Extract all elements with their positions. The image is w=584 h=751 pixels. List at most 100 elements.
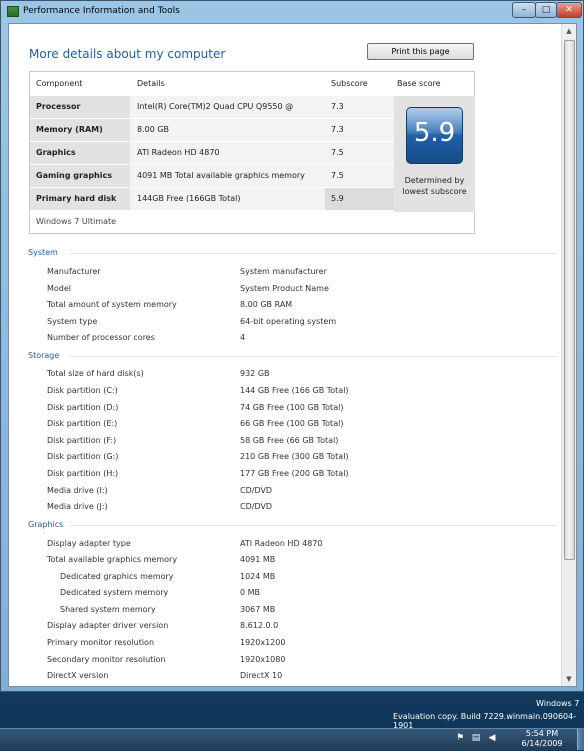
detail-label: Primary monitor resolution bbox=[47, 638, 155, 647]
table-row: Processor Intel(R) Core(TM)2 Quad CPU Q9… bbox=[30, 96, 394, 133]
detail-label: Dedicated system memory bbox=[60, 588, 169, 597]
detail-value: 1024 MB bbox=[240, 572, 276, 581]
detail-label: Disk partition (H:) bbox=[47, 469, 119, 478]
component-subscore: 5.9 bbox=[325, 188, 394, 210]
component-subscore: 7.5 bbox=[325, 142, 394, 164]
performance-window: Performance Information and Tools – □ ✕ … bbox=[0, 0, 584, 692]
header-component: Component bbox=[36, 79, 83, 88]
table-row: Primary hard disk 144GB Free (166GB Tota… bbox=[30, 188, 394, 210]
detail-label: Total size of hard disk(s) bbox=[47, 369, 144, 378]
detail-label: Disk partition (C:) bbox=[47, 386, 118, 395]
section-storage-title: Storage bbox=[28, 351, 60, 360]
section-graphics-title: Graphics bbox=[28, 520, 64, 529]
detail-label: Media drive (I:) bbox=[47, 486, 108, 495]
windows-edition: Windows 7 Ultimate bbox=[36, 217, 117, 226]
scroll-up-arrow-icon[interactable]: ▲ bbox=[562, 24, 576, 38]
detail-label: Number of processor cores bbox=[47, 333, 155, 342]
detail-label: Disk partition (D:) bbox=[47, 403, 119, 412]
taskbar-clock[interactable]: 5:54 PM 6/14/2009 bbox=[512, 729, 572, 749]
detail-value: 3067 MB bbox=[240, 605, 276, 614]
section-divider bbox=[69, 525, 557, 526]
detail-value: 8.612.0.0 bbox=[240, 621, 279, 630]
header-details: Details bbox=[137, 79, 165, 88]
detail-value: 144 GB Free (166 GB Total) bbox=[240, 386, 349, 395]
network-icon[interactable]: ▤ bbox=[471, 733, 481, 743]
title-bar[interactable]: Performance Information and Tools – □ ✕ bbox=[1, 1, 583, 21]
component-details: Intel(R) Core(TM)2 Quad CPU Q9550 @ 2.83… bbox=[130, 96, 325, 133]
component-subscore: 7.3 bbox=[325, 119, 394, 141]
component-name: Graphics bbox=[30, 142, 130, 164]
detail-value: 1920x1200 bbox=[240, 638, 286, 647]
performance-app-icon bbox=[7, 6, 19, 17]
detail-value: 177 GB Free (200 GB Total) bbox=[240, 469, 349, 478]
component-name: Processor bbox=[30, 96, 130, 118]
detail-label: Disk partition (G:) bbox=[47, 452, 119, 461]
component-score-table: Component Details Subscore Base score Pr… bbox=[29, 71, 475, 234]
close-button[interactable]: ✕ bbox=[556, 2, 582, 18]
clock-time: 5:54 PM bbox=[525, 729, 559, 738]
print-button[interactable]: Print this page bbox=[367, 43, 474, 60]
component-name: Memory (RAM) bbox=[30, 119, 130, 141]
base-score-panel: 5.9 Determined by lowest subscore bbox=[394, 96, 475, 212]
header-subscore: Subscore bbox=[331, 79, 368, 88]
table-row: Gaming graphics 4091 MB Total available … bbox=[30, 165, 394, 187]
section-system-title: System bbox=[28, 248, 58, 257]
detail-label: Secondary monitor resolution bbox=[47, 655, 166, 664]
detail-label: Display adapter type bbox=[47, 539, 131, 548]
windows-version-watermark: Windows 7 bbox=[536, 699, 580, 708]
maximize-button[interactable]: □ bbox=[535, 2, 557, 18]
component-details: 144GB Free (166GB Total) bbox=[130, 188, 325, 210]
detail-label: Total amount of system memory bbox=[47, 300, 177, 309]
component-name: Primary hard disk bbox=[30, 188, 130, 210]
detail-value: 66 GB Free (100 GB Total) bbox=[240, 419, 344, 428]
detail-value: DirectX 10 bbox=[240, 671, 283, 680]
scroll-down-arrow-icon[interactable]: ▼ bbox=[562, 672, 576, 686]
detail-value: 210 GB Free (300 GB Total) bbox=[240, 452, 349, 461]
section-divider bbox=[69, 253, 557, 254]
base-score-caption: Determined by lowest subscore bbox=[402, 176, 467, 196]
detail-label: Model bbox=[47, 284, 72, 293]
detail-value: 58 GB Free (66 GB Total) bbox=[240, 436, 339, 445]
detail-label: Manufacturer bbox=[47, 267, 101, 276]
detail-label: Dedicated graphics memory bbox=[60, 572, 174, 581]
detail-value: System Product Name bbox=[240, 284, 329, 293]
detail-label: Disk partition (E:) bbox=[47, 419, 118, 428]
header-base-score: Base score bbox=[397, 79, 441, 88]
show-desktop-button[interactable] bbox=[577, 729, 584, 750]
detail-value: ATI Radeon HD 4870 bbox=[240, 539, 323, 548]
component-name: Gaming graphics bbox=[30, 165, 130, 187]
component-details: 4091 MB Total available graphics memory bbox=[130, 165, 325, 187]
flag-icon[interactable]: ⚑ bbox=[455, 733, 465, 743]
detail-value: 0 MB bbox=[240, 588, 261, 597]
component-subscore: 7.5 bbox=[325, 165, 394, 187]
detail-label: Disk partition (F:) bbox=[47, 436, 117, 445]
detail-value: CD/DVD bbox=[240, 486, 273, 495]
content-pane: More details about my computer Print thi… bbox=[8, 23, 577, 687]
detail-label: Display adapter driver version bbox=[47, 621, 169, 630]
detail-label: Total available graphics memory bbox=[47, 555, 178, 564]
detail-value: 8.00 GB RAM bbox=[240, 300, 293, 309]
component-details: ATI Radeon HD 4870 bbox=[130, 142, 325, 164]
detail-value: 4 bbox=[240, 333, 246, 342]
minimize-button[interactable]: – bbox=[512, 2, 536, 18]
window-title: Performance Information and Tools bbox=[23, 6, 180, 16]
detail-value: 74 GB Free (100 GB Total) bbox=[240, 403, 344, 412]
detail-value: 1920x1080 bbox=[240, 655, 286, 664]
scrollbar-thumb[interactable] bbox=[564, 40, 575, 560]
vertical-scrollbar[interactable]: ▲ ▼ bbox=[561, 24, 576, 686]
volume-icon[interactable]: ◀ bbox=[487, 733, 497, 743]
detail-value: 4091 MB bbox=[240, 555, 276, 564]
detail-label: Media drive (J:) bbox=[47, 502, 108, 511]
detail-value: System manufacturer bbox=[240, 267, 327, 276]
page-title: More details about my computer bbox=[29, 47, 226, 61]
detail-value: 64-bit operating system bbox=[240, 317, 337, 326]
base-score-value: 5.9 bbox=[413, 118, 456, 148]
component-subscore: 7.3 bbox=[325, 96, 394, 118]
detail-value: CD/DVD bbox=[240, 502, 273, 511]
component-details: 8.00 GB bbox=[130, 119, 325, 141]
detail-label: DirectX version bbox=[47, 671, 109, 680]
detail-value: 932 GB bbox=[240, 369, 270, 378]
detail-label: System type bbox=[47, 317, 98, 326]
table-row: Graphics ATI Radeon HD 4870 7.5 bbox=[30, 142, 394, 164]
table-row: Memory (RAM) 8.00 GB 7.3 bbox=[30, 119, 394, 141]
